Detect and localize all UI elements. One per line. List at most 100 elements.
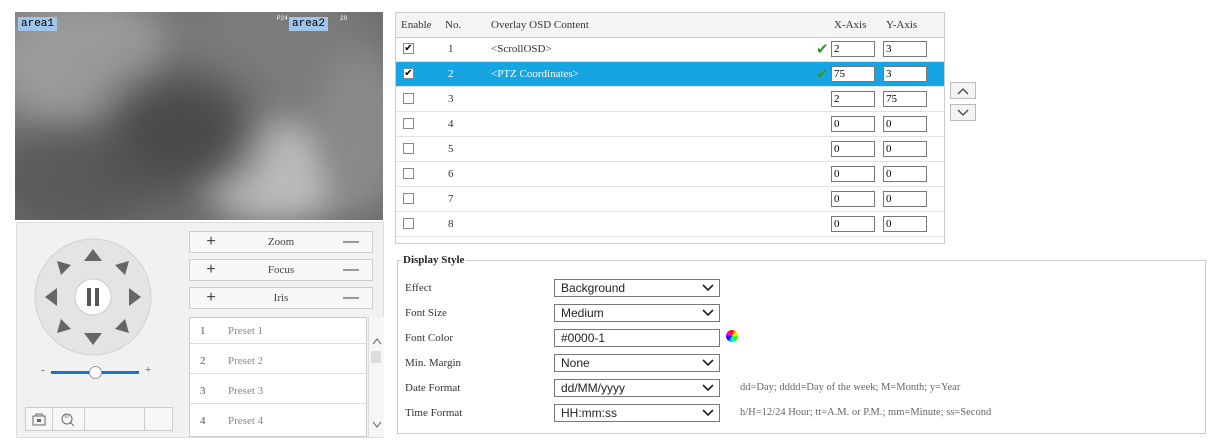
- table-row[interactable]: ✔ 1 <ScrollOSD> ✔ 2 3: [396, 37, 944, 62]
- x-axis-input[interactable]: 75: [831, 66, 875, 82]
- zoom-control: + Zoom —: [189, 231, 373, 253]
- chevron-down-icon: [702, 309, 714, 317]
- move-up-button[interactable]: [950, 82, 976, 99]
- y-axis-input[interactable]: 3: [883, 41, 927, 57]
- speed-slider-handle[interactable]: [89, 366, 102, 379]
- min-margin-select[interactable]: None: [554, 354, 720, 372]
- osd-content-cell[interactable]: <PTZ Coordinates>: [491, 62, 579, 86]
- enable-checkbox[interactable]: [403, 93, 414, 104]
- osd-content-cell[interactable]: <ScrollOSD>: [491, 37, 552, 61]
- focus-near-button[interactable]: +: [196, 260, 226, 280]
- x-axis-input[interactable]: 2: [831, 91, 875, 107]
- toolbar-divider: [52, 408, 53, 430]
- y-axis-input[interactable]: 0: [883, 216, 927, 232]
- x-axis-input[interactable]: 0: [831, 191, 875, 207]
- header-enable: Enable: [401, 19, 432, 31]
- row-number: 6: [448, 168, 454, 180]
- y-axis-input[interactable]: 0: [883, 116, 927, 132]
- ptz-control-panel: - + 3D + Zoom — + Focus — + Iris — 1 Pres…: [16, 222, 384, 438]
- preset-item[interactable]: 1 Preset 1: [190, 318, 366, 344]
- date-format-hint: dd=Day; dddd=Day of the week; M=Month; y…: [740, 382, 961, 393]
- osd-area2-tag-right: 20: [340, 15, 348, 22]
- iris-open-button[interactable]: +: [196, 288, 226, 308]
- scrollbar-thumb[interactable]: [371, 351, 381, 363]
- preset-item[interactable]: 3 Preset 3: [190, 378, 366, 404]
- y-axis-input[interactable]: 0: [883, 166, 927, 182]
- effect-label: Effect: [405, 282, 432, 294]
- preset-scrollbar[interactable]: [368, 317, 384, 437]
- y-axis-input[interactable]: 0: [883, 141, 927, 157]
- font-size-select[interactable]: Medium: [554, 304, 720, 322]
- move-down-button[interactable]: [950, 104, 976, 121]
- focus-far-button[interactable]: —: [336, 260, 366, 280]
- time-format-hint: h/H=12/24 Hour; tt=A.M. or P.M.; mm=Minu…: [740, 407, 992, 418]
- enable-checkbox[interactable]: [403, 168, 414, 179]
- table-row[interactable]: 8 00: [396, 212, 944, 237]
- zoom-in-button[interactable]: +: [196, 232, 226, 252]
- scroll-down-icon[interactable]: [372, 421, 382, 429]
- focus-control: + Focus —: [189, 259, 373, 281]
- video-preview[interactable]: area1 P24 area2 20: [15, 12, 383, 220]
- zoom-label: Zoom: [267, 236, 295, 248]
- table-row[interactable]: ✔ 2 <PTZ Coordinates> ✔ 75 3: [396, 62, 944, 87]
- osd-area1-label: area1: [18, 17, 58, 31]
- enable-checkbox[interactable]: [403, 218, 414, 229]
- enable-checkbox[interactable]: [403, 143, 414, 154]
- font-color-label: Font Color: [405, 332, 453, 344]
- osd-table: Enable No. Overlay OSD Content X-Axis Y-…: [395, 12, 945, 244]
- row-number: 1: [448, 43, 454, 55]
- table-row[interactable]: 6 00: [396, 162, 944, 187]
- zoom-out-button[interactable]: —: [336, 232, 366, 252]
- y-axis-input[interactable]: 3: [883, 66, 927, 82]
- row-number: 5: [448, 143, 454, 155]
- x-axis-input[interactable]: 0: [831, 116, 875, 132]
- enable-checkbox[interactable]: ✔: [403, 43, 414, 54]
- focus-label: Focus: [267, 264, 295, 276]
- row-number: 7: [448, 193, 454, 205]
- table-row[interactable]: 5 00: [396, 137, 944, 162]
- x-axis-input[interactable]: 0: [831, 166, 875, 182]
- iris-close-button[interactable]: —: [336, 288, 366, 308]
- date-format-select[interactable]: dd/MM/yyyy: [554, 379, 720, 397]
- iris-label: Iris: [273, 292, 289, 304]
- speed-slider[interactable]: - +: [41, 364, 153, 379]
- chevron-down-icon: [702, 384, 714, 392]
- effect-select[interactable]: Background: [554, 279, 720, 297]
- chevron-down-icon: [702, 284, 714, 292]
- table-row[interactable]: 7 00: [396, 187, 944, 212]
- time-format-select[interactable]: HH:mm:ss: [554, 404, 720, 422]
- color-wheel-icon[interactable]: [726, 330, 738, 342]
- x-axis-input[interactable]: 0: [831, 141, 875, 157]
- table-row[interactable]: 3 2 75: [396, 87, 944, 112]
- 3d-positioning-icon[interactable]: 3D: [60, 411, 76, 427]
- y-axis-input[interactable]: 0: [883, 191, 927, 207]
- time-format-label: Time Format: [405, 407, 463, 419]
- check-valid-icon: ✔: [816, 40, 829, 58]
- header-content: Overlay OSD Content: [491, 19, 589, 31]
- image-lock-icon[interactable]: [32, 412, 46, 426]
- chevron-down-icon: [702, 409, 714, 417]
- x-axis-input[interactable]: 0: [831, 216, 875, 232]
- display-style-form: Effect Background Font Size Medium Font …: [397, 260, 1206, 434]
- chevron-down-icon: [702, 359, 714, 367]
- preset-item[interactable]: 2 Preset 2: [190, 348, 366, 374]
- date-format-label: Date Format: [405, 382, 461, 394]
- speed-minus-label: -: [41, 364, 45, 376]
- y-axis-input[interactable]: 75: [883, 91, 927, 107]
- x-axis-input[interactable]: 2: [831, 41, 875, 57]
- row-number: 4: [448, 118, 454, 130]
- row-number: 2: [448, 68, 454, 80]
- enable-checkbox[interactable]: ✔: [403, 68, 414, 79]
- header-y-axis: Y-Axis: [886, 19, 918, 31]
- enable-checkbox[interactable]: [403, 118, 414, 129]
- osd-area2-label: area2: [289, 17, 329, 31]
- preset-item[interactable]: 4 Preset 4: [190, 408, 366, 434]
- table-row[interactable]: 4 00: [396, 112, 944, 137]
- enable-checkbox[interactable]: [403, 193, 414, 204]
- ptz-bottom-toolbar: 3D: [25, 407, 173, 431]
- font-color-input[interactable]: #0000-1: [554, 329, 720, 347]
- iris-control: + Iris —: [189, 287, 373, 309]
- osd-area2-tag-left: P24: [277, 15, 288, 22]
- scroll-up-icon[interactable]: [372, 337, 382, 345]
- video-blur-shape: [105, 72, 255, 192]
